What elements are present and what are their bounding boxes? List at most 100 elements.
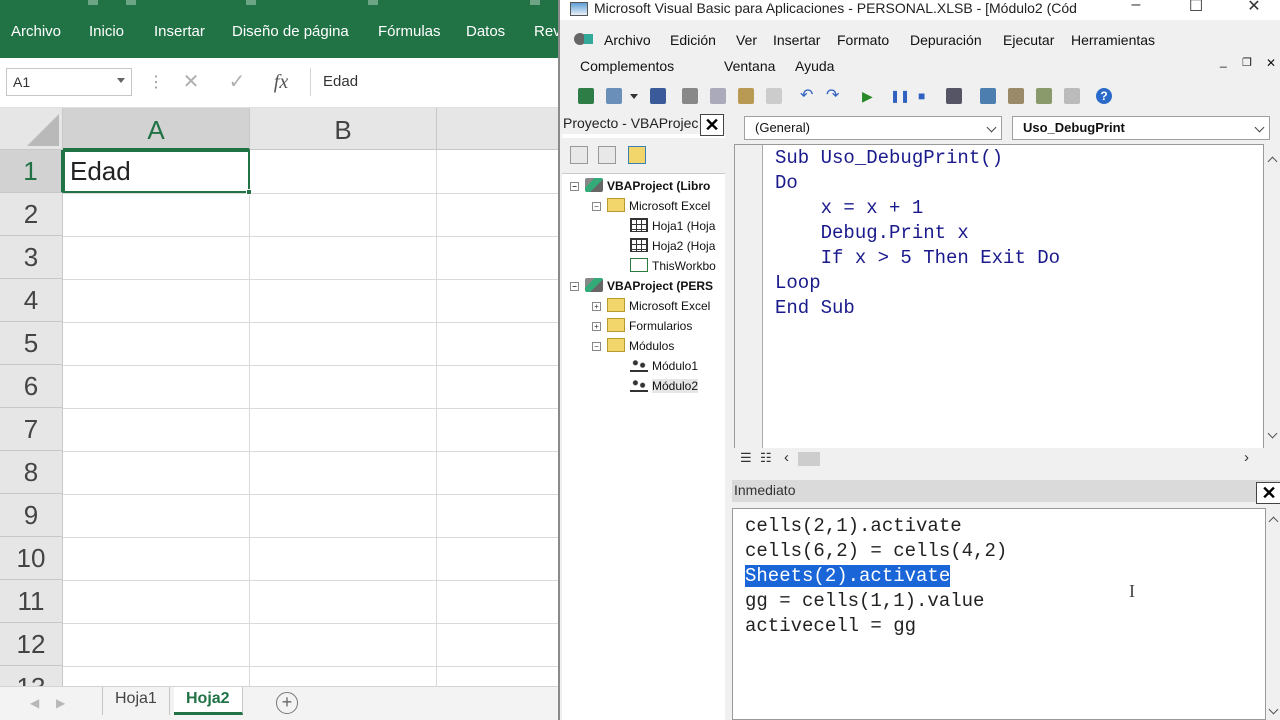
row-header-12[interactable]: 12 [0,623,63,666]
redo-icon[interactable]: ↷ [826,88,842,104]
code-line[interactable]: x = x + 1 [775,197,924,219]
mdi-minimize-icon[interactable]: _ [1220,54,1227,68]
ribbon-tab-archivo[interactable]: Archivo [11,23,61,40]
help-icon[interactable]: ? [1096,88,1112,104]
menu-formato[interactable]: Formato [837,32,889,48]
select-all-corner[interactable] [0,108,63,150]
worksheet-grid[interactable]: A B C 1 2 3 4 5 6 7 8 9 10 11 12 13 Edad [0,108,560,686]
code-vertical-scrollbar[interactable] [1265,144,1280,448]
object-combo[interactable]: (General) [744,116,1002,140]
row-header-3[interactable]: 3 [0,236,63,279]
view-object-icon[interactable] [598,146,616,164]
immediate-line[interactable]: cells(2,1).activate [745,515,962,537]
formula-input[interactable]: Edad [310,68,560,96]
tree-node[interactable]: + Formularios [592,318,692,338]
row-header-9[interactable]: 9 [0,494,63,537]
tree-node[interactable]: − VBAProject (Libro [570,178,710,198]
column-header-a[interactable]: A [63,108,250,150]
scroll-right-icon[interactable]: › [1244,449,1249,466]
row-header-1[interactable]: 1 [0,150,63,193]
tree-node[interactable]: − Microsoft Excel [592,198,710,218]
menu-edicion[interactable]: Edición [670,32,716,48]
scroll-down-icon[interactable] [1268,704,1279,715]
column-header-b[interactable]: B [250,108,437,150]
chevron-down-icon[interactable] [986,122,997,133]
enter-icon[interactable]: ✓ [224,69,250,95]
menu-ventana[interactable]: Ventana [724,58,775,74]
toggle-folders-icon[interactable] [628,146,646,164]
close-icon[interactable]: ✕ [1244,0,1264,18]
close-icon[interactable]: ✕ [1256,482,1280,504]
row-header-10[interactable]: 10 [0,537,63,580]
save-icon[interactable] [650,88,666,104]
scroll-down-icon[interactable] [1267,428,1278,439]
menu-archivo[interactable]: Archivo [604,32,651,48]
copy-icon[interactable] [710,88,726,104]
immediate-vertical-scrollbar[interactable] [1266,508,1280,720]
sheet-next-icon[interactable]: ▶ [56,696,65,710]
immediate-line[interactable]: cells(6,2) = cells(4,2) [745,540,1007,562]
undo-icon[interactable]: ↶ [800,88,816,104]
menu-ayuda[interactable]: Ayuda [795,58,834,74]
tree-node[interactable]: ThisWorkbo [630,258,716,278]
scroll-left-icon[interactable]: ‹ [784,449,789,466]
margin-indicator-bar[interactable] [735,145,763,453]
row-header-7[interactable]: 7 [0,408,63,451]
collapse-icon[interactable]: − [592,202,601,211]
code-editor[interactable]: Sub Uso_DebugPrint() Do x = x + 1 Debug.… [734,144,1264,454]
scroll-up-icon[interactable] [1268,516,1279,527]
ribbon-tab-diseno-pagina[interactable]: Diseño de página [232,23,349,40]
row-header-8[interactable]: 8 [0,451,63,494]
tree-node[interactable]: + Microsoft Excel [592,298,710,318]
immediate-editor[interactable]: cells(2,1).activate cells(6,2) = cells(4… [732,508,1266,720]
full-module-view-icon[interactable]: ☷ [760,450,772,466]
collapse-icon[interactable]: − [592,342,601,351]
pause-icon[interactable]: ❚❚ [890,88,910,104]
add-sheet-icon[interactable]: + [276,692,298,714]
sheet-prev-icon[interactable]: ◀ [30,696,39,710]
formula-bar-grip[interactable]: ⋮ [148,72,164,94]
run-icon[interactable]: ▶ [862,88,878,104]
menu-herramientas[interactable]: Herramientas [1071,32,1155,48]
stop-icon[interactable]: ■ [918,88,934,104]
paste-icon[interactable] [738,88,754,104]
sheet-tab-hoja1[interactable]: Hoja1 [102,687,170,715]
ribbon-tab-formulas[interactable]: Fórmulas [378,23,441,40]
object-browser-icon[interactable] [1036,88,1052,104]
find-icon[interactable] [766,88,782,104]
chevron-down-icon[interactable] [1254,122,1265,133]
view-code-icon[interactable] [570,146,588,164]
menu-complementos[interactable]: Complementos [580,58,674,74]
code-line[interactable]: If x > 5 Then Exit Do [775,247,1060,269]
code-horizontal-scrollbar[interactable]: ☰ ☷ ‹ › [734,448,1264,470]
procedure-view-icon[interactable]: ☰ [740,450,752,466]
ribbon-tab-datos[interactable]: Datos [466,23,505,40]
scroll-thumb[interactable] [798,452,820,466]
ribbon-tab-insertar[interactable]: Insertar [154,23,205,40]
expand-icon[interactable]: + [592,302,601,311]
row-header-5[interactable]: 5 [0,322,63,365]
properties-icon[interactable] [1008,88,1024,104]
row-header-2[interactable]: 2 [0,193,63,236]
insert-function-icon[interactable]: fx [268,69,294,95]
tree-node[interactable]: Módulo1 [630,358,698,378]
expand-icon[interactable]: + [592,322,601,331]
row-header-4[interactable]: 4 [0,279,63,322]
name-box[interactable]: A1 [6,68,132,96]
cancel-icon[interactable]: ✕ [178,69,204,95]
menu-ver[interactable]: Ver [736,32,757,48]
collapse-icon[interactable]: − [570,282,579,291]
code-line[interactable]: Sub Uso_DebugPrint() [775,147,1003,169]
toolbox-icon[interactable] [1064,88,1080,104]
close-icon[interactable]: ✕ [700,114,724,136]
row-header-11[interactable]: 11 [0,580,63,623]
code-line[interactable]: Loop [775,272,821,294]
menu-depuracion[interactable]: Depuración [910,32,982,48]
procedure-combo[interactable]: Uso_DebugPrint [1012,116,1270,140]
mdi-close-icon[interactable]: ✕ [1266,56,1276,70]
chevron-down-icon[interactable] [117,78,125,83]
sheet-tab-hoja2[interactable]: Hoja2 [174,687,243,715]
ribbon-tab-inicio[interactable]: Inicio [89,23,124,40]
cell-a1[interactable]: Edad [63,150,252,195]
design-mode-icon[interactable] [946,88,962,104]
